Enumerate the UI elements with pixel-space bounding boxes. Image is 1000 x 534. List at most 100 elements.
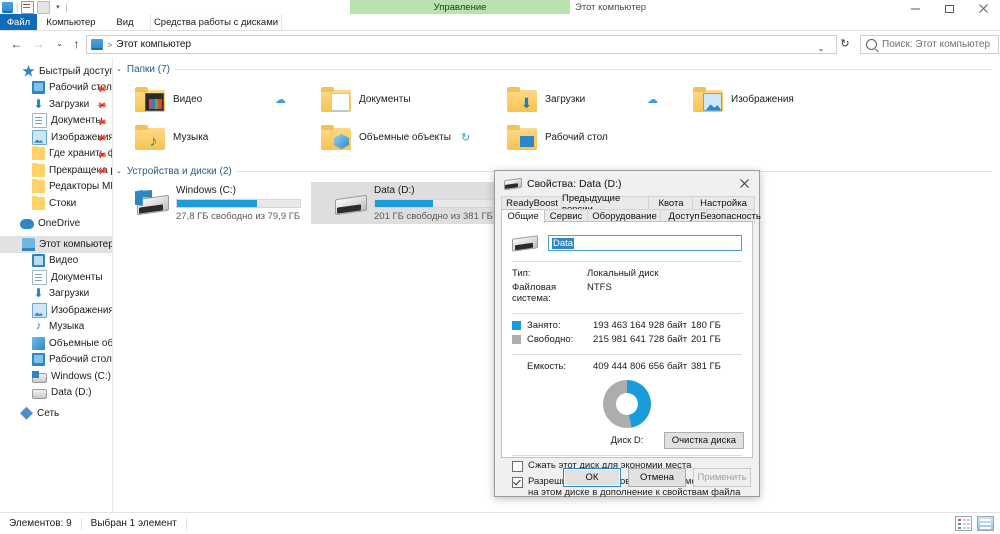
disk-cleanup-button[interactable]: Очистка диска xyxy=(663,432,744,449)
sidebar-item-documents[interactable]: Документы 📌 xyxy=(0,113,112,130)
chevron-down-icon[interactable]: ⌄ xyxy=(116,65,122,73)
section-title: Папки (7) xyxy=(126,63,170,75)
desktop-icon xyxy=(32,353,45,367)
sidebar-item-label: Windows (C:) xyxy=(51,370,112,382)
list-item[interactable]: ☁ Документы xyxy=(275,80,485,118)
title-bar: | ▾ | Управление Этот компьютер ⌄ ? xyxy=(0,0,1000,27)
status-bar: Элементов: 9 Выбран 1 элемент xyxy=(0,512,1000,534)
drive-item-data-d[interactable]: Data (D:) 201 ГБ свободно из 381 ГБ xyxy=(311,182,509,224)
usage-label: Занято: xyxy=(527,320,561,331)
sidebar-item-desktop-pc[interactable]: Рабочий стол xyxy=(0,352,112,369)
tab-customize[interactable]: Настройка xyxy=(692,196,755,210)
tab-disk-tools[interactable]: Средства работы с дисками xyxy=(150,14,282,30)
sidebar-item-pictures[interactable]: Изображения 📌 xyxy=(0,129,112,146)
sidebar-item-photos-folder[interactable]: Где хранить фот 📌 xyxy=(0,146,112,163)
sidebar-item-windows-c[interactable]: Windows (C:) xyxy=(0,368,112,385)
details-view-icon[interactable] xyxy=(955,516,972,531)
sidebar-item-music[interactable]: ♪ Музыка xyxy=(0,319,112,336)
sidebar-item-this-pc[interactable]: Этот компьютер xyxy=(0,236,112,253)
sidebar-item-stopped-folder[interactable]: Прекращена ра 📌 xyxy=(0,162,112,179)
chevron-down-icon[interactable]: ⌄ xyxy=(116,167,122,175)
list-item[interactable]: ♪ Музыка xyxy=(113,118,299,156)
list-item[interactable]: ↻ Рабочий стол xyxy=(461,118,671,156)
qat-divider-2: | xyxy=(65,2,68,12)
tab-general[interactable]: Общие xyxy=(501,209,545,223)
back-button[interactable]: ← xyxy=(8,35,25,52)
volume-label-input[interactable]: Data xyxy=(548,235,742,251)
tab-previous-versions[interactable]: Предыдущие версии xyxy=(561,193,650,215)
forward-button[interactable]: → xyxy=(30,35,47,52)
sidebar-item-data-d[interactable]: Data (D:) xyxy=(0,385,112,402)
sidebar-item-stocks[interactable]: Стоки xyxy=(0,195,112,212)
paste-icon[interactable] xyxy=(37,1,51,14)
sidebar-item-label: Документы xyxy=(51,271,103,283)
breadcrumb-separator: > xyxy=(107,39,113,50)
sidebar-item-downloads[interactable]: ⬇ Загрузки 📌 xyxy=(0,96,112,113)
list-item[interactable]: ☁ Изображения xyxy=(647,80,851,118)
tab-readyboost[interactable]: ReadyBoost xyxy=(501,196,563,210)
section-title: Устройства и диски (2) xyxy=(126,165,232,177)
cloud-icon: ☁ xyxy=(275,93,286,106)
usage-row-free: Свободно: 215 981 641 728 байт 201 ГБ xyxy=(502,331,752,345)
desktop-icon xyxy=(32,81,45,95)
list-item[interactable]: ⬇ Загрузки xyxy=(485,80,671,118)
sidebar-item-network[interactable]: Сеть xyxy=(0,405,112,422)
checkbox-index[interactable] xyxy=(512,477,523,488)
sidebar-group-quick-access[interactable]: Быстрый доступ xyxy=(0,63,112,80)
sidebar-item-label: Музыка xyxy=(49,321,85,333)
drive-item-windows-c[interactable]: Windows (C:) 27,8 ГБ свободно из 79,9 ГБ xyxy=(113,182,311,224)
sidebar-item-onedrive[interactable]: OneDrive xyxy=(0,216,112,233)
cloud-icon: ☁ xyxy=(647,93,658,106)
folder-icon xyxy=(32,146,45,161)
quick-access-toolbar: | ▾ | xyxy=(2,1,68,14)
sidebar-item-pictures-pc[interactable]: Изображения xyxy=(0,302,112,319)
field-value: NTFS xyxy=(587,282,612,293)
this-pc-icon[interactable] xyxy=(2,2,13,13)
properties-icon[interactable] xyxy=(21,1,35,14)
qat-divider: | xyxy=(16,2,19,12)
list-item[interactable]: Объемные объекты xyxy=(299,118,485,156)
tiles-view-icon[interactable] xyxy=(977,516,994,531)
item-name: Объемные объекты xyxy=(359,131,451,143)
disk-label: Диск D: xyxy=(610,434,644,446)
pictures-icon xyxy=(32,129,47,145)
checkbox-compress[interactable] xyxy=(512,461,523,472)
tab-file[interactable]: Файл xyxy=(0,14,37,30)
sidebar-item-3d-objects[interactable]: Объемные объект xyxy=(0,335,112,352)
3d-objects-folder-icon xyxy=(321,124,351,150)
sidebar-item-videos[interactable]: Видео xyxy=(0,253,112,270)
address-chevron-down-icon[interactable]: ⌄ xyxy=(814,40,828,57)
dialog-close-button[interactable] xyxy=(729,171,759,196)
refresh-button[interactable]: ↻ xyxy=(836,35,854,52)
search-input[interactable]: Поиск: Этот компьютер xyxy=(860,35,999,54)
sidebar-item-desktop[interactable]: Рабочий стол 📌 xyxy=(0,80,112,97)
section-header-folders[interactable]: ⌄ Папки (7) xyxy=(116,62,1000,76)
sidebar-item-downloads-pc[interactable]: ⬇ Загрузки xyxy=(0,286,112,303)
up-button[interactable]: ↑ xyxy=(68,35,85,52)
sidebar-item-label: Этот компьютер xyxy=(39,238,112,250)
sidebar-item-label: Объемные объект xyxy=(49,337,112,349)
sidebar-item-label: Изображения xyxy=(51,304,112,316)
music-folder-icon: ♪ xyxy=(135,124,165,150)
sidebar-item-label: Рабочий стол xyxy=(49,354,112,366)
address-input[interactable]: > Этот компьютер ⌄ xyxy=(86,35,837,54)
list-item[interactable]: Видео xyxy=(113,80,299,118)
pin-icon[interactable]: 📌 xyxy=(94,99,107,112)
field-value: Локальный диск xyxy=(587,268,659,279)
cancel-button[interactable]: Отмена xyxy=(628,468,686,487)
tab-quota[interactable]: Квота xyxy=(648,196,694,210)
ok-button[interactable]: ОК xyxy=(563,468,621,487)
sidebar-item-documents-pc[interactable]: Документы xyxy=(0,269,112,286)
recent-locations-icon[interactable]: ⌄ xyxy=(51,35,68,52)
sidebar-item-mp4-editors[interactable]: Редакторы MP4 xyxy=(0,179,112,196)
navigation-pane[interactable]: Быстрый доступ Рабочий стол 📌 ⬇ Загрузки… xyxy=(0,58,113,513)
folder-icon xyxy=(32,195,45,210)
tab-view[interactable]: Вид xyxy=(107,14,143,30)
tab-computer[interactable]: Компьютер xyxy=(40,14,102,30)
hard-drive-icon xyxy=(333,190,367,216)
ribbon-tab-bar: Файл Компьютер Вид Средства работы с дис… xyxy=(0,14,1000,31)
apply-button[interactable]: Применить xyxy=(693,468,751,487)
qat-dropdown-icon[interactable]: ▾ xyxy=(53,2,62,13)
sidebar-group-label: Быстрый доступ xyxy=(39,65,112,77)
view-mode-toggles xyxy=(955,516,994,531)
